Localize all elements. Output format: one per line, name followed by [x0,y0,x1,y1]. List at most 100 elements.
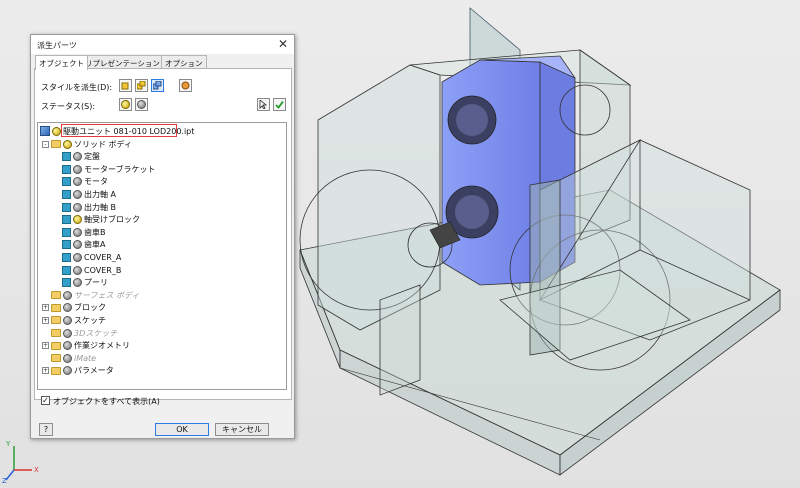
tree-item-label: ソリッド ボディ [74,139,132,149]
tab-representation[interactable]: リプレゼンテーション [81,55,164,69]
help-button[interactable]: ? [39,423,53,436]
collapse-icon[interactable]: - [42,140,49,148]
tree-item-label: モーターブラケット [84,164,156,174]
status-icon[interactable] [63,139,72,149]
folder-icon [51,366,61,375]
expand-icon[interactable]: + [42,304,49,312]
paint-icon [181,81,190,90]
body-icon [62,227,71,237]
tree-item-label: 出力軸 B [84,202,117,212]
tree-item-label: モータ [84,177,108,187]
folder-icon [51,316,61,325]
status-icon[interactable] [73,252,82,262]
status-icon[interactable] [73,152,82,162]
tree-item[interactable]: 3Dスケッチ [42,327,117,339]
body-icon [62,177,71,187]
body-icon [62,202,71,212]
body-icon [62,215,71,225]
tab-objects[interactable]: オブジェクト [35,55,88,70]
derive-style-single-button[interactable] [119,79,132,92]
tree-item-label: 出力軸 A [84,189,117,199]
expand-icon[interactable]: + [42,342,49,350]
include-icon [121,100,130,109]
status-icon[interactable] [73,265,82,275]
status-icon[interactable] [63,341,72,351]
status-icon[interactable] [63,366,72,376]
tree-item[interactable]: COVER_B [62,264,121,276]
show-all-label: オブジェクトをすべて表示(A) [53,397,160,406]
tree-item[interactable]: iMate [42,352,96,364]
status-icon[interactable] [73,189,82,199]
tree-item-label: 3Dスケッチ [74,328,118,338]
tree-item[interactable]: 定盤 [62,151,100,163]
housing-left [317,64,441,331]
style-multi-icon [137,81,146,90]
style-single-icon [121,82,129,90]
dialog-titlebar[interactable]: 派生パーツ ✕ [31,35,294,54]
tree-item-label: ブロック [74,303,106,313]
body-icon [62,265,71,275]
status-icon[interactable] [73,164,82,174]
status-icon[interactable] [73,278,82,288]
part-icon [40,126,50,136]
tree-item[interactable]: - ソリッド ボディ [42,138,132,150]
tree-item[interactable]: モーターブラケット [62,163,156,175]
apply-check-button[interactable] [273,98,286,111]
style-label: スタイルを派生(D): [41,83,113,92]
tree-item[interactable]: COVER_A [62,251,121,263]
tree-item-label: 歯車B [84,227,106,237]
ok-button[interactable]: OK [155,423,209,436]
status-icon[interactable] [63,328,72,338]
tree-item-label: 歯車A [84,240,106,250]
status-icon[interactable] [73,215,82,225]
root-state-icon[interactable] [52,126,61,136]
show-all-checkbox[interactable]: ✓ [41,396,50,405]
folder-icon [51,291,61,300]
derived-part-dialog: 派生パーツ ✕ オブジェクト リプレゼンテーション オプション スタイルを派生(… [30,34,295,439]
cursor-icon [259,100,268,109]
tab-options[interactable]: オプション [161,55,207,69]
object-tree[interactable]: 駆動ユニット 081-010 LOD200.ipt - ソリッド ボディ 定盤 モータ… [37,122,287,390]
tree-item[interactable]: 歯車A [62,239,105,251]
status-icon[interactable] [73,202,82,212]
derive-style-multi-button[interactable] [135,79,148,92]
tree-item[interactable]: + スケッチ [42,314,106,326]
folder-icon [51,354,61,363]
status-icon[interactable] [73,227,82,237]
status-icon[interactable] [63,290,72,300]
tree-item[interactable]: + 作業ジオメトリ [42,340,130,352]
tree-item[interactable]: サーフェス ボディ [42,289,140,301]
axis-y-label: Y [6,440,11,448]
status-icon[interactable] [63,353,72,363]
status-include-button[interactable] [119,98,132,111]
expand-icon[interactable]: + [42,367,49,375]
tree-item-label: COVER_A [84,252,122,262]
status-icon[interactable] [73,177,82,187]
tree-item[interactable]: + パラメータ [42,365,114,377]
derive-style-blue-button[interactable] [151,79,164,92]
body-icon [62,189,71,199]
cancel-button[interactable]: キャンセル [215,423,269,436]
tree-item[interactable]: 軸受けブロック [62,214,140,226]
tree-item[interactable]: 歯車B [62,226,106,238]
folder-icon [51,341,61,350]
status-icon[interactable] [73,240,82,250]
expand-icon[interactable]: + [42,316,49,324]
tree-item-label: スケッチ [74,315,106,325]
tree-item[interactable]: モータ [62,176,108,188]
tree-item-label: サーフェス ボディ [74,290,140,300]
axis-triad: Y X Z [2,440,42,486]
tree-item-label: 軸受けブロック [84,215,140,225]
status-icon[interactable] [63,315,72,325]
derive-style-paint-button[interactable] [179,79,192,92]
status-icon[interactable] [63,303,72,313]
tree-item[interactable]: 出力軸 A [62,188,116,200]
body-icon [62,152,71,162]
tree-item[interactable]: + ブロック [42,302,106,314]
tree-item[interactable]: 出力軸 B [62,201,116,213]
status-exclude-button[interactable] [135,98,148,111]
select-button[interactable] [257,98,270,111]
close-icon[interactable]: ✕ [278,37,288,51]
tree-item[interactable]: プーリ [62,277,108,289]
body-icon [62,278,71,288]
